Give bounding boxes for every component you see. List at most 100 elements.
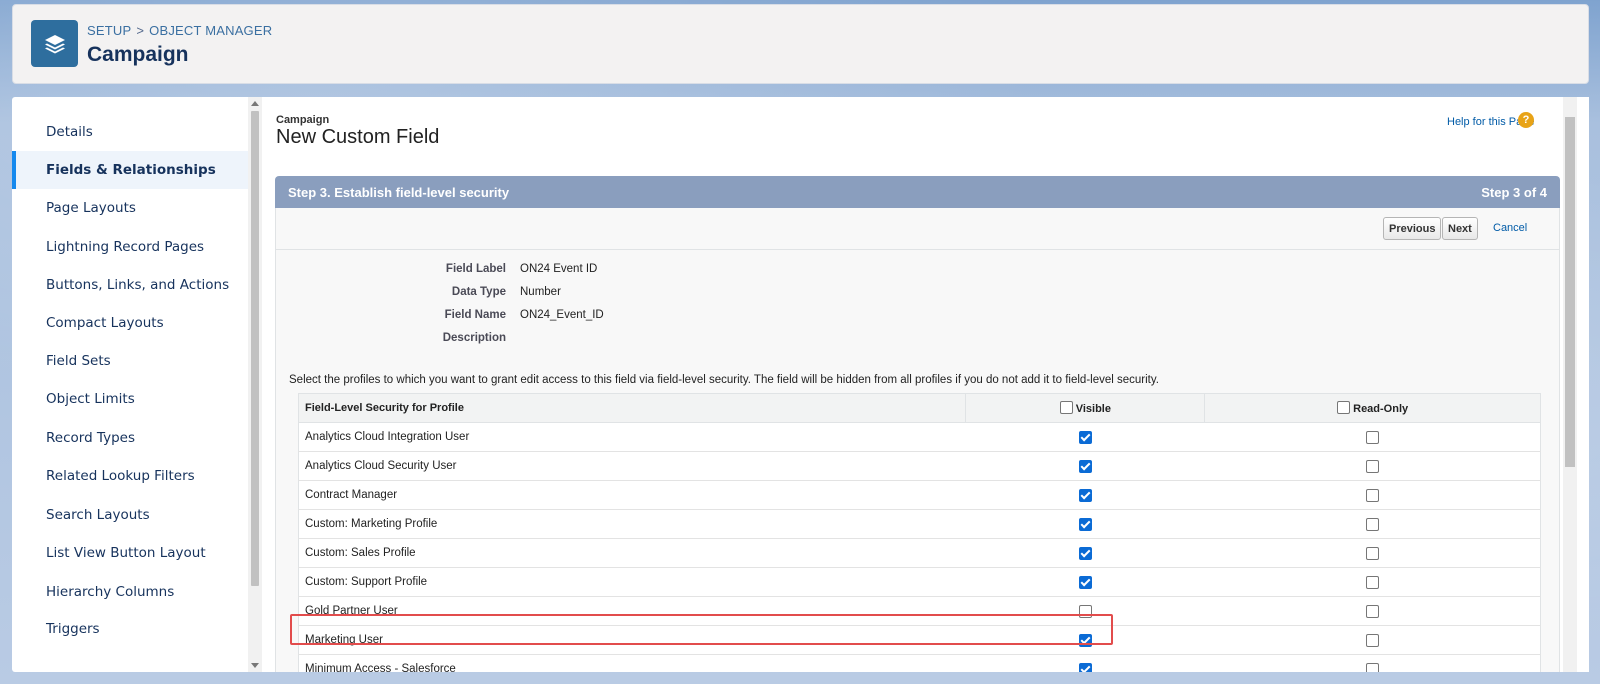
sidebar-item-buttons-links-actions[interactable]: Buttons, Links, and Actions — [12, 266, 248, 304]
sidebar-scrollbar[interactable] — [248, 97, 262, 672]
sidebar-item-label: Fields & Relationships — [46, 162, 216, 178]
read-only-checkbox[interactable] — [1365, 604, 1379, 618]
visible-cell — [965, 625, 1205, 655]
button-row: Previous Next Cancel — [276, 208, 1559, 250]
detail-data-type: Data Type Number — [276, 286, 876, 306]
sidebar-item-fields-relationships[interactable]: Fields & Relationships — [12, 151, 248, 189]
visible-checkbox[interactable] — [1078, 546, 1092, 560]
read-only-checkbox[interactable] — [1365, 546, 1379, 560]
sidebar-item-search-layouts[interactable]: Search Layouts — [12, 496, 248, 534]
sidebar-item-triggers[interactable]: Triggers — [12, 610, 248, 648]
page-header: SETUP > OBJECT MANAGER Campaign — [12, 4, 1589, 84]
table-row: Custom: Sales Profile — [297, 538, 1541, 568]
read-only-cell — [1204, 480, 1541, 510]
read-only-checkbox[interactable] — [1365, 517, 1379, 531]
sidebar-item-label: Record Types — [46, 430, 135, 446]
visible-cell — [965, 422, 1205, 452]
detail-label: Field Label — [445, 263, 506, 275]
table-row: Contract Manager — [297, 480, 1541, 510]
table-row: Custom: Marketing Profile — [297, 509, 1541, 539]
sidebar-item-hierarchy-columns[interactable]: Hierarchy Columns — [12, 573, 248, 611]
read-only-cell — [1204, 654, 1541, 672]
main-scrollbar-thumb[interactable] — [1565, 117, 1575, 467]
profile-name: Custom: Marketing Profile — [297, 509, 966, 539]
cancel-link[interactable]: Cancel — [1493, 222, 1527, 234]
select-all-visible-checkbox[interactable] — [1059, 401, 1073, 414]
profile-name: Custom: Support Profile — [297, 567, 966, 597]
table-row: Custom: Support Profile — [297, 567, 1541, 597]
breadcrumb-setup[interactable]: SETUP — [87, 23, 131, 38]
sidebar-item-related-lookup-filters[interactable]: Related Lookup Filters — [12, 457, 248, 495]
visible-checkbox[interactable] — [1078, 604, 1092, 618]
detail-value: ON24_Event_ID — [520, 309, 604, 321]
previous-button[interactable]: Previous — [1383, 217, 1442, 240]
profile-name: Gold Partner User — [297, 596, 966, 626]
visible-checkbox[interactable] — [1078, 430, 1092, 444]
visible-cell — [965, 596, 1205, 626]
breadcrumb-separator: > — [136, 23, 145, 38]
profile-name: Custom: Sales Profile — [297, 538, 966, 568]
read-only-cell — [1204, 451, 1541, 481]
table-row: Minimum Access - Salesforce — [297, 654, 1541, 672]
table-row: Gold Partner User — [297, 596, 1541, 626]
sidebar-item-list-view-button-layout[interactable]: List View Button Layout — [12, 534, 248, 572]
read-only-cell — [1204, 509, 1541, 539]
select-all-read-only-checkbox[interactable] — [1337, 401, 1351, 414]
scroll-up-icon[interactable] — [251, 101, 259, 106]
sidebar-item-object-limits[interactable]: Object Limits — [12, 380, 248, 418]
visible-checkbox[interactable] — [1078, 517, 1092, 531]
visible-checkbox[interactable] — [1078, 633, 1092, 647]
read-only-cell — [1204, 596, 1541, 626]
help-icon[interactable]: ? — [1518, 112, 1534, 128]
read-only-checkbox[interactable] — [1365, 459, 1379, 473]
visible-cell — [965, 480, 1205, 510]
visible-cell — [965, 567, 1205, 597]
visible-header-label: Visible — [1075, 403, 1111, 415]
read-only-checkbox[interactable] — [1365, 575, 1379, 589]
read-only-checkbox[interactable] — [1365, 633, 1379, 647]
read-only-cell — [1204, 422, 1541, 452]
main-scrollbar[interactable] — [1563, 97, 1577, 672]
sidebar-item-label: Hierarchy Columns — [46, 584, 175, 600]
sidebar-item-label: Triggers — [46, 621, 100, 637]
layers-icon — [31, 20, 78, 67]
profile-name: Analytics Cloud Integration User — [297, 422, 966, 452]
read-only-checkbox[interactable] — [1365, 662, 1379, 672]
sidebar-item-label: List View Button Layout — [46, 545, 206, 561]
sidebar-item-label: Lightning Record Pages — [46, 239, 205, 255]
sidebar-item-field-sets[interactable]: Field Sets — [12, 342, 248, 380]
visible-checkbox[interactable] — [1078, 459, 1092, 473]
scroll-down-icon[interactable] — [251, 663, 259, 668]
main-panel: Campaign New Custom Field Help for this … — [264, 97, 1589, 672]
sidebar-item-label: Page Layouts — [46, 200, 136, 216]
read-only-checkbox[interactable] — [1365, 488, 1379, 502]
profile-name: Minimum Access - Salesforce — [297, 654, 966, 672]
table-header-row: Field-Level Security for Profile Visible… — [297, 393, 1541, 423]
instructions-text: Select the profiles to which you want to… — [289, 374, 1159, 386]
detail-description: Description — [276, 332, 876, 352]
detail-label: Field Name — [444, 309, 506, 321]
visible-checkbox[interactable] — [1078, 488, 1092, 502]
sidebar-item-details[interactable]: Details — [12, 113, 248, 151]
visible-checkbox[interactable] — [1078, 662, 1092, 672]
read-only-cell — [1204, 567, 1541, 597]
read-only-checkbox[interactable] — [1365, 430, 1379, 444]
object-label: Campaign — [276, 114, 330, 126]
breadcrumb-object-manager[interactable]: OBJECT MANAGER — [149, 23, 272, 38]
profile-name: Contract Manager — [297, 480, 966, 510]
sidebar-item-label: Buttons, Links, and Actions — [46, 277, 230, 293]
sidebar-item-label: Search Layouts — [46, 507, 150, 523]
next-button[interactable]: Next — [1442, 217, 1478, 240]
detail-field-label: Field Label ON24 Event ID — [276, 263, 876, 283]
sidebar-scrollbar-thumb[interactable] — [251, 111, 259, 586]
detail-field-name: Field Name ON24_Event_ID — [276, 309, 876, 329]
sidebar-item-page-layouts[interactable]: Page Layouts — [12, 189, 248, 227]
detail-label: Data Type — [451, 286, 506, 298]
sidebar-item-label: Compact Layouts — [46, 315, 164, 331]
visible-cell — [965, 451, 1205, 481]
sidebar-item-record-types[interactable]: Record Types — [12, 419, 248, 457]
visible-checkbox[interactable] — [1078, 575, 1092, 589]
visible-cell — [965, 538, 1205, 568]
sidebar-item-lightning-record-pages[interactable]: Lightning Record Pages — [12, 228, 248, 266]
sidebar-item-compact-layouts[interactable]: Compact Layouts — [12, 304, 248, 342]
